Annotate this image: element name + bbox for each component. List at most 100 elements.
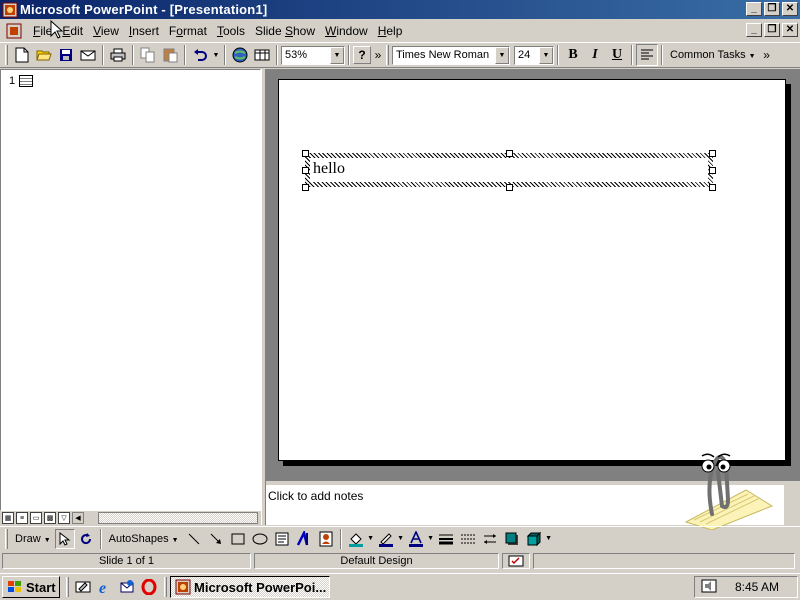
font-color-dropdown[interactable]: ▼ [427,528,435,550]
opera-icon[interactable] [138,576,160,598]
scroll-left-icon[interactable]: ◀ [72,512,84,524]
outlook-icon[interactable] [116,576,138,598]
doc-minimize-button[interactable]: _ [746,23,762,37]
rectangle-icon[interactable] [227,528,249,550]
slide-canvas[interactable]: hello [278,79,786,461]
document-icon[interactable] [6,23,22,39]
fill-color-dropdown[interactable]: ▼ [367,528,375,550]
3d-dropdown[interactable]: ▼ [545,528,553,550]
line-icon[interactable] [183,528,205,550]
menu-window[interactable]: Window [320,24,373,38]
shadow-icon[interactable] [501,528,523,550]
normal-view-icon[interactable]: ▦ [2,512,14,524]
email-icon[interactable] [77,44,99,66]
line-style-icon[interactable] [435,528,457,550]
desktop-icon[interactable] [72,576,94,598]
resize-handle[interactable] [302,184,309,191]
volume-icon[interactable] [701,579,719,595]
common-tasks-button[interactable]: Common Tasks ▼ [666,49,760,61]
slide-view-icon[interactable]: ▭ [30,512,42,524]
doc-close-button[interactable]: ✕ [782,23,798,37]
status-design: Default Design [254,553,499,569]
menu-tools[interactable]: Tools [212,24,250,38]
table-icon[interactable] [251,44,273,66]
resize-handle[interactable] [506,184,513,191]
paste-icon[interactable] [159,44,181,66]
doc-restore-button[interactable]: ❐ [764,23,780,37]
toolbar-grip-format[interactable] [386,45,389,65]
start-button[interactable]: Start [2,576,60,598]
wordart-icon[interactable] [293,528,315,550]
arrow-icon[interactable] [205,528,227,550]
menu-slide-show[interactable]: Slide Show [250,24,320,38]
resize-handle[interactable] [709,184,716,191]
slide-icon[interactable] [19,75,33,87]
print-icon[interactable] [107,44,129,66]
chevron-down-icon[interactable]: ▼ [330,46,344,64]
menu-help[interactable]: Help [373,24,408,38]
drawing-grip[interactable] [5,528,8,549]
slide-show-icon[interactable]: ▽ [58,512,70,524]
3d-icon[interactable] [523,528,545,550]
chevron-down-icon[interactable]: ▼ [495,46,509,64]
toolbar-grip[interactable] [5,45,8,65]
underline-button[interactable]: U [606,44,628,66]
bold-button[interactable]: B [562,44,584,66]
menu-view[interactable]: View [88,24,124,38]
tasklist-grip[interactable] [164,577,167,597]
autoshapes-menu-button[interactable]: AutoShapes ▼ [105,533,183,545]
font-size-select[interactable]: 24 ▼ [514,45,554,65]
restore-button[interactable]: ❐ [764,2,780,16]
line-color-dropdown[interactable]: ▼ [397,528,405,550]
notes-scrollbar[interactable] [784,485,800,525]
resize-handle[interactable] [302,167,309,174]
oval-icon[interactable] [249,528,271,550]
zoom-select[interactable]: 53% ▼ [281,45,345,65]
slide-sorter-icon[interactable]: ▩ [44,512,56,524]
notes-placeholder[interactable]: Click to add notes [268,489,363,503]
help-icon[interactable]: ? [353,46,371,64]
minimize-button[interactable]: _ [746,2,762,16]
italic-button[interactable]: I [584,44,606,66]
resize-handle[interactable] [506,150,513,157]
outline-pane[interactable]: 1 [0,69,261,511]
fill-color-icon[interactable] [345,528,367,550]
resize-handle[interactable] [302,150,309,157]
textbox-text[interactable]: hello [313,160,345,178]
clock[interactable]: 8:45 AM [735,580,779,594]
line-color-icon[interactable] [375,528,397,550]
font-color-icon[interactable] [405,528,427,550]
ie-icon[interactable]: e [94,576,116,598]
spelling-icon[interactable] [502,553,530,569]
outline-hscroll[interactable] [98,512,258,524]
undo-icon[interactable] [189,44,211,66]
menu-format[interactable]: Format [164,24,212,38]
menu-insert[interactable]: Insert [124,24,164,38]
font-name-select[interactable]: Times New Roman ▼ [392,45,510,65]
chevron-down-icon[interactable]: ▼ [539,46,553,64]
clippy-icon[interactable] [676,444,776,530]
taskbar-item-powerpoint[interactable]: Microsoft PowerPoi... [170,576,330,598]
draw-menu-button[interactable]: Draw ▼ [11,533,55,545]
resize-handle[interactable] [709,150,716,157]
close-button[interactable]: ✕ [782,2,798,16]
copy-icon[interactable] [137,44,159,66]
open-icon[interactable] [33,44,55,66]
web-icon[interactable] [229,44,251,66]
textbox-icon[interactable] [271,528,293,550]
dash-style-icon[interactable] [457,528,479,550]
outline-view-icon[interactable]: ≡ [16,512,28,524]
rotate-icon[interactable] [75,528,97,550]
align-icon[interactable] [636,44,658,66]
undo-dropdown[interactable]: ▼ [211,44,221,66]
quicklaunch-grip[interactable] [66,577,69,597]
title-textbox[interactable]: hello [305,153,713,187]
clipart-icon[interactable] [315,528,337,550]
toolbar-overflow-button[interactable]: » [371,44,385,66]
arrow-style-icon[interactable] [479,528,501,550]
new-icon[interactable] [11,44,33,66]
save-icon[interactable] [55,44,77,66]
resize-handle[interactable] [709,167,716,174]
select-icon[interactable] [54,528,75,549]
toolbar-overflow-button-2[interactable]: » [760,44,774,66]
